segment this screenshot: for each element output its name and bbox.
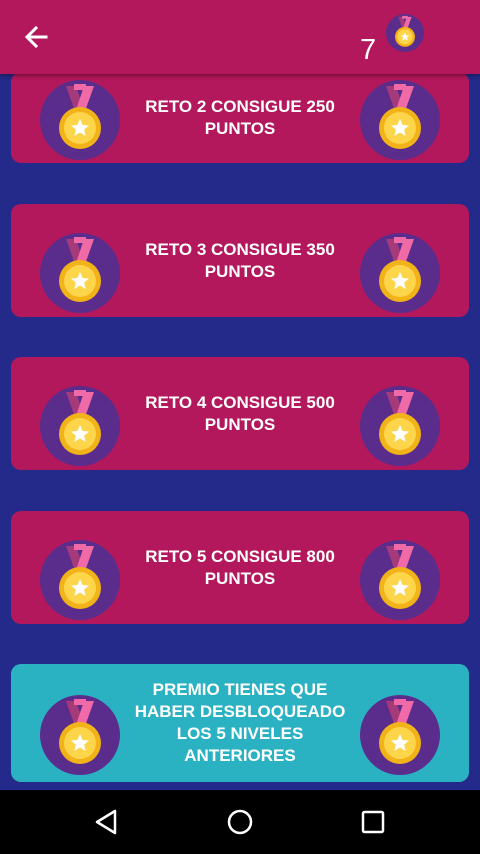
challenge-card-reto-4[interactable]: RETO 4 CONSIGUE 500 PUNTOS <box>11 357 469 470</box>
challenge-card-reto-3[interactable]: RETO 3 CONSIGUE 350 PUNTOS <box>11 204 469 317</box>
medal-count: 7 <box>360 34 377 66</box>
medal-icon <box>360 80 440 160</box>
challenge-label: RETO 5 CONSIGUE 800 PUNTOS <box>145 546 335 588</box>
medal-icon <box>40 386 120 466</box>
back-arrow-icon[interactable] <box>20 22 54 52</box>
challenge-label: RETO 4 CONSIGUE 500 PUNTOS <box>145 392 335 434</box>
medal-icon <box>40 540 120 620</box>
medal-icon <box>40 233 120 313</box>
medal-icon <box>360 695 440 775</box>
challenge-card-reto-2[interactable]: RETO 2 CONSIGUE 250 PUNTOS <box>11 72 469 163</box>
app-bar: 7 <box>0 0 480 74</box>
medal-icon <box>40 695 120 775</box>
challenge-card-reto-5[interactable]: RETO 5 CONSIGUE 800 PUNTOS <box>11 511 469 624</box>
nav-recents-icon[interactable] <box>357 806 389 838</box>
medal-icon <box>360 540 440 620</box>
medal-icon <box>40 80 120 160</box>
system-nav-bar <box>0 790 480 854</box>
medal-icon <box>360 233 440 313</box>
prize-card[interactable]: PREMIO TIENES QUE HABER DESBLOQUEADO LOS… <box>11 664 469 782</box>
nav-back-icon[interactable] <box>91 806 123 838</box>
medal-icon <box>360 386 440 466</box>
challenge-list: RETO 2 CONSIGUE 250 PUNTOS RETO 3 CONSIG… <box>0 0 480 790</box>
prize-label: PREMIO TIENES QUE HABER DESBLOQUEADO LOS… <box>134 680 346 765</box>
challenge-label: RETO 2 CONSIGUE 250 PUNTOS <box>145 96 335 138</box>
medal-icon <box>386 14 424 52</box>
nav-home-icon[interactable] <box>224 806 256 838</box>
challenge-label: RETO 3 CONSIGUE 350 PUNTOS <box>145 239 335 281</box>
